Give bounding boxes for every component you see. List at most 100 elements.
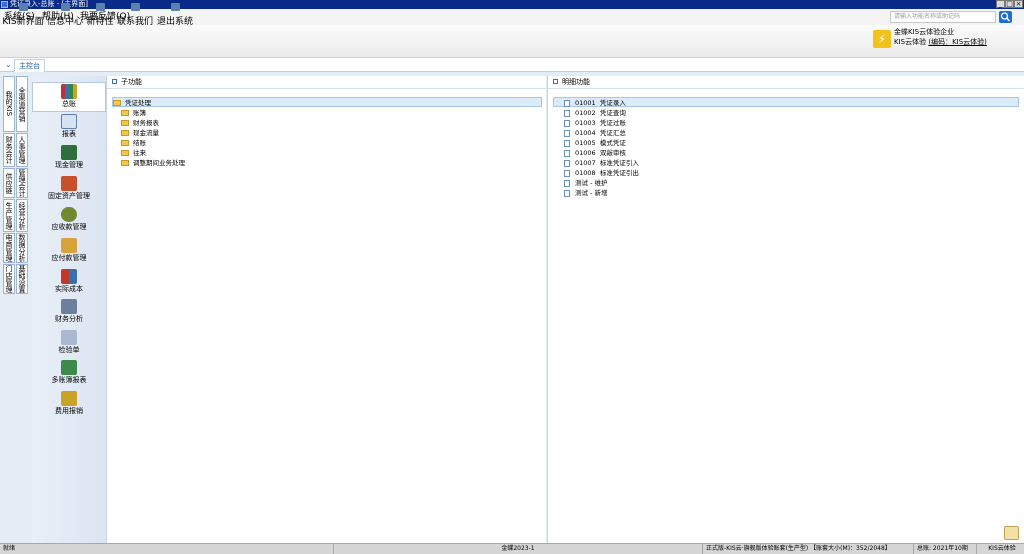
folder-icon — [113, 100, 121, 106]
kis-cloud-logo-icon: ⚡ — [873, 30, 891, 48]
document-icon — [564, 179, 570, 187]
books-icon — [61, 84, 77, 99]
document-icon — [564, 109, 570, 117]
detail-item-standard-import[interactable]: 01007 标准凭证引入 — [564, 158, 639, 168]
tree-item-cash-flow[interactable]: 现金流量 — [121, 128, 159, 138]
folder-icon — [121, 140, 129, 146]
document-icon — [564, 189, 570, 197]
sub-function-header: 子功能 — [107, 76, 546, 89]
module-expense-reimbursement[interactable]: 费用报销 — [32, 390, 106, 420]
company-name: 金蝶KIS云体验企业 — [894, 28, 955, 36]
detail-item-test-add[interactable]: 测试 - 新增 — [564, 188, 607, 198]
inspection-icon — [61, 330, 77, 345]
status-product: KIS云体验 — [976, 544, 1024, 554]
module-payables[interactable]: 应付款管理 — [32, 237, 106, 267]
tree-item-period-adjustment[interactable]: 调整期间业务处理 — [121, 158, 185, 168]
assistant-icon[interactable] — [1004, 526, 1019, 540]
chat-icon — [130, 3, 140, 11]
vtab-basic-settings[interactable]: 基础设置 — [16, 264, 28, 294]
receivable-icon — [61, 207, 77, 222]
star-icon — [95, 3, 105, 11]
new-features-button[interactable]: 新特性 — [86, 1, 114, 31]
document-icon — [564, 159, 570, 167]
report-icon — [61, 114, 77, 129]
module-financial-analysis[interactable]: 财务分析 — [32, 298, 106, 328]
multibook-icon — [61, 360, 77, 375]
detail-item-voucher-summary[interactable]: 01004 凭证汇总 — [564, 128, 626, 138]
new-ui-button[interactable]: KIS新界面 — [2, 1, 44, 31]
status-ready: 就绪 — [3, 545, 16, 552]
module-receivables[interactable]: 应收款管理 — [32, 206, 106, 236]
vtab-production[interactable]: 生产管理 — [3, 199, 15, 232]
vtab-management-accounting[interactable]: 管理会计 — [16, 168, 28, 198]
folder-icon — [121, 110, 129, 116]
module-inspection[interactable]: 检验单 — [32, 329, 106, 359]
vtab-my-kis[interactable]: 我的KIS — [3, 76, 15, 132]
folder-icon — [121, 120, 129, 126]
detail-item-standard-export[interactable]: 01008 标准凭证引出 — [564, 168, 639, 178]
detail-function-header: 明细功能 — [548, 76, 1024, 89]
status-account-set: 正式版-KIS云·旗舰版体验账套(生产型) 【账套大小(M)：352/2048】 — [702, 544, 914, 554]
vtab-omnichannel[interactable]: 全渠道营销 — [16, 76, 28, 132]
asset-icon — [61, 176, 77, 191]
tree-item-transactions[interactable]: 往来 — [121, 148, 146, 158]
search-input[interactable]: 请输入功能名称或助记码 — [890, 11, 996, 23]
module-multi-book-reports[interactable]: 多账簿报表 — [32, 359, 106, 389]
minimize-icon[interactable]: _ — [996, 0, 1005, 8]
close-icon[interactable]: × — [1014, 0, 1023, 8]
contact-us-button[interactable]: 联系我们 — [116, 1, 154, 31]
folder-icon — [121, 160, 129, 166]
mail-icon — [60, 3, 70, 11]
status-bar: 就绪 金蝶2023-1 正式版-KIS云·旗舰版体验账套(生产型) 【账套大小(… — [0, 543, 1024, 554]
vtab-ecommerce[interactable]: 电商管理 — [3, 233, 15, 263]
tree-item-closing[interactable]: 结账 — [121, 138, 146, 148]
vtab-finance[interactable]: 财务会计 — [3, 133, 15, 167]
module-cash-management[interactable]: 现金管理 — [32, 144, 106, 174]
detail-item-voucher-posting[interactable]: 01003 凭证过账 — [564, 118, 626, 128]
analysis-icon — [61, 299, 77, 314]
search-icon[interactable] — [999, 11, 1012, 23]
payable-icon — [61, 238, 77, 253]
vtab-supply-chain[interactable]: 供应链 — [3, 168, 15, 198]
vtab-store[interactable]: 门店管理 — [3, 264, 15, 294]
document-icon — [564, 119, 570, 127]
cash-icon — [61, 145, 77, 160]
module-reports[interactable]: 报表 — [32, 113, 106, 143]
detail-item-voucher-entry[interactable]: 01001 凭证录入 — [553, 97, 1019, 107]
section-square-icon — [112, 79, 117, 84]
tree-item-financial-reports[interactable]: 财务报表 — [121, 118, 159, 128]
cost-icon — [61, 269, 77, 284]
document-icon — [564, 99, 570, 107]
document-icon — [564, 139, 570, 147]
expense-icon — [61, 391, 77, 406]
tree-item-ledgers[interactable]: 账簿 — [121, 108, 146, 118]
chevron-down-icon[interactable]: ⌄ — [5, 60, 12, 70]
new-ui-icon — [18, 3, 28, 11]
module-general-ledger[interactable]: 总账 — [32, 82, 106, 112]
detail-item-double-review[interactable]: 01006 双敲审核 — [564, 148, 626, 158]
document-icon — [564, 169, 570, 177]
detail-item-template-voucher[interactable]: 01005 模式凭证 — [564, 138, 626, 148]
vtab-data-analysis[interactable]: 数据分析 — [16, 233, 28, 263]
vtab-business-analysis[interactable]: 经营分析 — [16, 199, 28, 232]
module-actual-cost[interactable]: 实际成本 — [32, 268, 106, 298]
detail-item-test-maintain[interactable]: 测试 - 维护 — [564, 178, 607, 188]
detail-item-voucher-query[interactable]: 01002 凭证查询 — [564, 108, 626, 118]
maximize-icon[interactable]: □ — [1005, 0, 1014, 8]
document-icon — [564, 129, 570, 137]
status-period: 总账: 2021年10期 — [913, 544, 977, 554]
exit-system-button[interactable]: 退出系统 — [156, 1, 194, 31]
tree-item-voucher-processing[interactable]: 凭证处理 — [112, 97, 542, 107]
module-fixed-assets[interactable]: 固定资产管理 — [32, 175, 106, 205]
company-code-link[interactable]: (编码：KIS云体验) — [928, 38, 987, 46]
info-center-button[interactable]: 信息中心 — [46, 1, 84, 31]
exit-icon — [170, 3, 180, 11]
section-square-icon — [553, 79, 558, 84]
folder-icon — [121, 130, 129, 136]
folder-icon — [121, 150, 129, 156]
company-info: KIS云体验 (编码：KIS云体验) — [894, 38, 987, 46]
vtab-hr[interactable]: 人事管理 — [16, 133, 28, 167]
sub-function-pane: 子功能 — [106, 76, 546, 543]
tab-main-console[interactable]: 主控台 — [14, 59, 45, 72]
status-user: 金蝶2023-1 — [333, 544, 702, 554]
